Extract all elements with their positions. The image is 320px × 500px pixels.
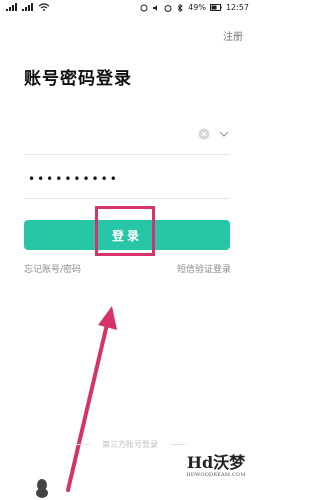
- watermark-main-text: Hd沃梦: [186, 453, 246, 472]
- alarm-icon: [164, 4, 172, 12]
- clock: 12:57: [225, 3, 249, 12]
- page-title: 账号密码登录: [24, 69, 132, 89]
- nfc-icon: [140, 4, 148, 11]
- account-input[interactable]: [24, 120, 188, 150]
- sms-login-link[interactable]: 短信验证登录: [177, 262, 231, 275]
- battery-icon: [209, 4, 222, 11]
- bluetooth-icon: [177, 3, 183, 12]
- wifi-icon: [38, 3, 50, 11]
- signal-icon-2: [22, 3, 33, 11]
- annotation-highlight-box: [95, 206, 155, 256]
- mute-icon: [153, 4, 158, 11]
- password-field-row[interactable]: ••••••••••: [24, 164, 230, 199]
- status-bar: 49% 12:57: [0, 0, 255, 16]
- status-left: [6, 3, 50, 11]
- qq-login-icon[interactable]: [34, 478, 50, 498]
- password-input[interactable]: ••••••••••: [28, 172, 119, 186]
- clear-icon[interactable]: [198, 128, 210, 140]
- status-right: 49% 12:57: [140, 3, 249, 12]
- watermark-logo: Hd沃梦 HDWOODREAM.COM: [182, 454, 250, 498]
- chevron-down-icon[interactable]: [218, 128, 230, 140]
- third-party-login-divider: 第三方账号登录: [75, 439, 185, 449]
- battery-percent: 49%: [188, 3, 206, 12]
- signal-icon: [6, 3, 17, 11]
- watermark-sub-text: HDWOODREAM.COM: [186, 472, 246, 478]
- account-field-row: [24, 114, 230, 155]
- forgot-account-password-link[interactable]: 忘记账号/密码: [24, 262, 81, 275]
- register-link[interactable]: 注册: [223, 28, 243, 43]
